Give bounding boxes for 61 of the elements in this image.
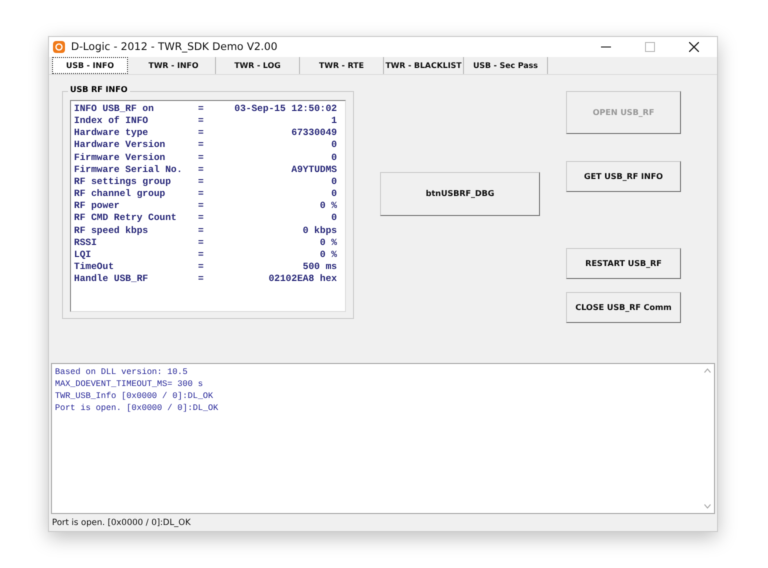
- info-value: 03-Sep-15 12:50:02: [233, 102, 337, 115]
- info-label: Hardware Version: [74, 139, 166, 152]
- info-value: 0: [330, 139, 337, 152]
- info-value: 0: [330, 152, 337, 164]
- info-value: 02102EA8 hex: [268, 273, 337, 286]
- info-equals: =: [198, 249, 205, 262]
- info-value: 0: [330, 176, 337, 188]
- debug-button[interactable]: btnUSBRF_DBG: [380, 172, 540, 216]
- info-label: Index of INFO: [74, 114, 150, 128]
- close-icon[interactable]: [689, 42, 699, 52]
- info-equals: =: [198, 164, 205, 176]
- info-value: 67330049: [290, 127, 337, 140]
- app-icon: [53, 40, 65, 53]
- window-title: D-Logic - 2012 - TWR_SDK Demo V2.00: [71, 40, 278, 53]
- info-value: 0: [330, 212, 337, 225]
- info-label: RF power: [74, 200, 121, 212]
- maximize-icon[interactable]: [645, 42, 655, 52]
- info-label: TimeOut: [74, 261, 115, 274]
- info-label: RSSI: [74, 236, 98, 250]
- action-button[interactable]: CLOSE USB_RF Comm: [566, 292, 681, 323]
- info-value: A9YTUDMS: [290, 164, 337, 176]
- action-button[interactable]: GET USB_RF INFO: [566, 160, 681, 192]
- info-equals: =: [198, 236, 205, 250]
- info-label: RF channel group: [74, 188, 166, 200]
- info-label: RF speed kbps: [74, 224, 150, 237]
- info-value: 1: [330, 114, 337, 128]
- action-button[interactable]: RESTART USB_RF: [566, 248, 681, 279]
- info-equals: =: [198, 152, 205, 164]
- info-equals: =: [198, 139, 205, 152]
- info-value: 500 ms: [302, 261, 337, 274]
- info-equals: =: [198, 273, 205, 286]
- info-label: Firmware Serial No.: [74, 164, 184, 176]
- info-value: 0 %: [318, 249, 337, 262]
- info-value: 0 %: [318, 236, 337, 250]
- info-equals: =: [198, 224, 205, 237]
- info-label: Hardware type: [74, 127, 150, 140]
- info-equals: =: [198, 261, 205, 274]
- info-label: Handle USB_RF: [74, 273, 150, 286]
- info-label: LQI: [74, 249, 92, 262]
- info-label: RF settings group: [74, 176, 172, 188]
- log-line: MAX_DOEVENT_TIMEOUT_MS= 300 s: [55, 378, 204, 390]
- info-value: 0: [330, 188, 337, 200]
- info-equals: =: [198, 176, 205, 188]
- info-label: Firmware Version: [74, 152, 166, 164]
- log-line: Based on DLL version: 10.5: [55, 366, 189, 378]
- info-equals: =: [198, 212, 205, 225]
- info-label: INFO USB_RF on: [74, 102, 155, 115]
- status-text: Port is open. [0x0000 / 0]:DL_OK: [51, 516, 192, 530]
- info-equals: =: [198, 188, 205, 200]
- log-line: Port is open. [0x0000 / 0]:DL_OK: [55, 402, 220, 414]
- info-label: RF CMD Retry Count: [74, 212, 178, 225]
- info-value: 0 %: [318, 200, 337, 212]
- info-equals: =: [198, 127, 205, 140]
- info-equals: =: [198, 200, 205, 212]
- info-equals: =: [198, 102, 205, 115]
- log-line: TWR_USB_Info [0x0000 / 0]:DL_OK: [55, 390, 214, 402]
- info-value: 0 kbps: [302, 224, 337, 237]
- scroll-up-icon[interactable]: [704, 368, 710, 373]
- group-title: USB RF INFO: [68, 84, 130, 94]
- scroll-down-icon[interactable]: [704, 504, 710, 510]
- info-equals: =: [198, 114, 205, 128]
